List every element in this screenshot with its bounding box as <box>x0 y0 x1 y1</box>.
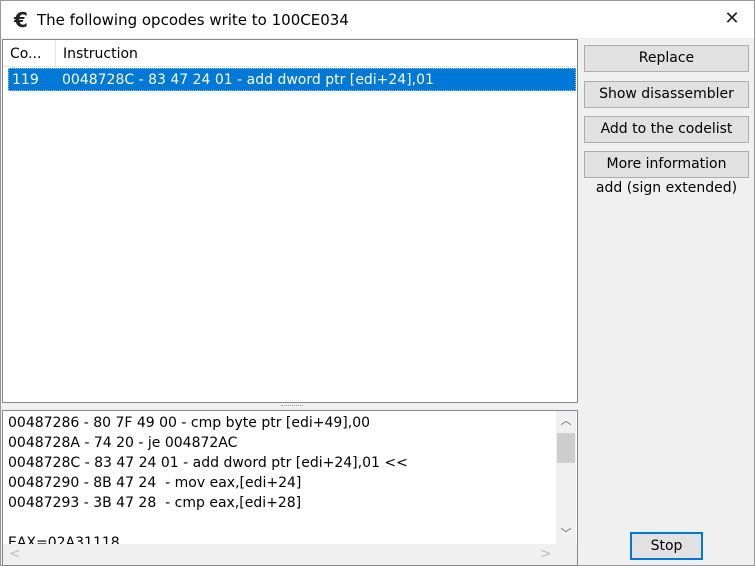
row-count: 119 <box>12 71 39 88</box>
vertical-scrollbar[interactable]: ︿ ﹀ <box>556 411 576 544</box>
show-disassembler-button[interactable]: Show disassembler <box>584 81 749 108</box>
instruction-info-label: add (sign extended) <box>595 180 738 196</box>
detail-line: 00487293 - 3B 47 28 - cmp eax,[edi+28] <box>8 495 302 511</box>
detail-line: 00487290 - 8B 47 24 - mov eax,[edi+24] <box>8 475 302 491</box>
scroll-thumb[interactable] <box>557 433 575 463</box>
add-to-codelist-button[interactable]: Add to the codelist <box>584 116 749 143</box>
cheat-engine-logo-icon: € <box>14 7 28 32</box>
column-header-count[interactable]: Co... <box>3 40 56 66</box>
more-information-button[interactable]: More information <box>584 151 749 178</box>
splitter-handle[interactable] <box>281 405 303 408</box>
scroll-right-icon[interactable]: > <box>540 544 552 565</box>
detail-line: 00487286 - 80 7F 49 00 - cmp byte ptr [e… <box>8 415 371 431</box>
replace-button[interactable]: Replace <box>584 45 749 72</box>
window: € The following opcodes write to 100CE03… <box>0 0 755 566</box>
detail-line: 0048728A - 74 20 - je 004872AC <box>8 435 238 451</box>
table-row[interactable]: 119 0048728C - 83 47 24 01 - add dword p… <box>8 68 576 91</box>
details-memo[interactable]: 00487286 - 80 7F 49 00 - cmp byte ptr [e… <box>2 410 578 566</box>
details-text: 00487286 - 80 7F 49 00 - cmp byte ptr [e… <box>8 413 408 553</box>
title-bar: € The following opcodes write to 100CE03… <box>1 1 754 38</box>
horizontal-scrollbar[interactable]: < > <box>3 544 577 565</box>
close-icon[interactable]: ✕ <box>720 7 744 31</box>
row-instruction: 0048728C - 83 47 24 01 - add dword ptr [… <box>62 71 434 88</box>
scroll-left-icon[interactable]: < <box>9 544 21 565</box>
stop-button[interactable]: Stop <box>630 532 703 560</box>
detail-line <box>8 513 408 533</box>
opcode-list[interactable]: Co... Instruction 119 0048728C - 83 47 2… <box>2 39 578 403</box>
column-header-instruction[interactable]: Instruction <box>56 40 145 66</box>
list-header: Co... Instruction <box>3 40 577 67</box>
scroll-down-icon[interactable]: ﹀ <box>556 524 576 544</box>
window-title: The following opcodes write to 100CE034 <box>37 10 349 29</box>
detail-line: 0048728C - 83 47 24 01 - add dword ptr [… <box>8 455 408 471</box>
scroll-up-icon[interactable]: ︿ <box>556 411 576 431</box>
